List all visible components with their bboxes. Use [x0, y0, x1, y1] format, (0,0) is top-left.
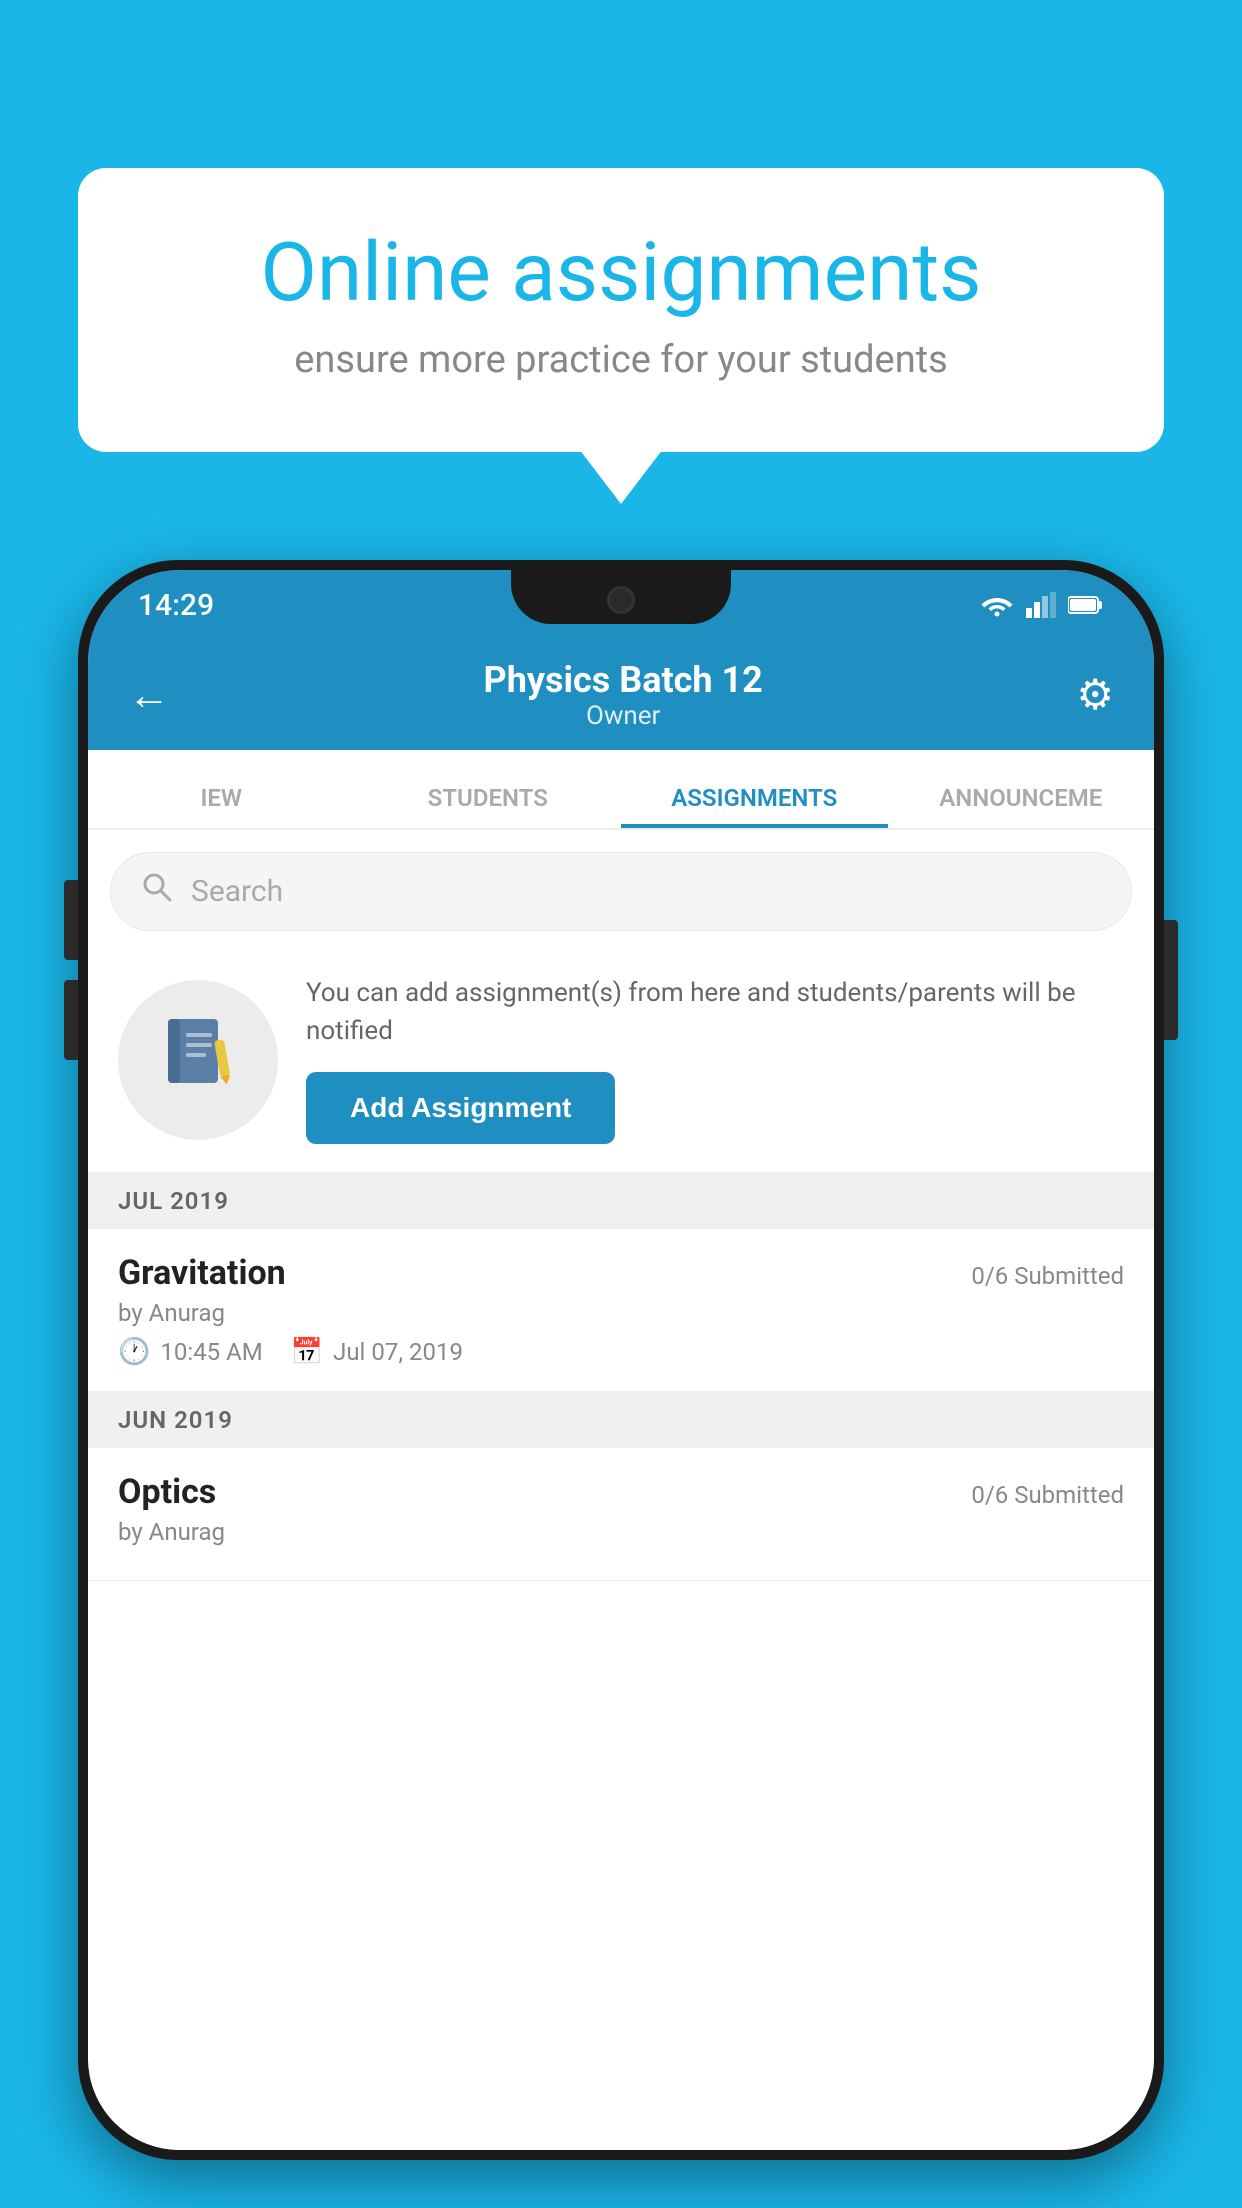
section-header-jul: JUL 2019	[88, 1173, 1154, 1229]
assignment-item-optics[interactable]: Optics 0/6 Submitted by Anurag	[88, 1448, 1154, 1581]
search-input-placeholder: Search	[191, 874, 283, 909]
phone-screen: 14:29	[88, 570, 1154, 2150]
battery-icon	[1068, 595, 1104, 615]
wifi-icon	[980, 592, 1014, 618]
speech-bubble-subtitle: ensure more practice for your students	[158, 338, 1084, 382]
phone-frame: 14:29	[78, 560, 1164, 2160]
app-header: ← Physics Batch 12 Owner ⚙	[88, 640, 1154, 750]
assignment-meta-gravitation: 🕐 10:45 AM 📅 Jul 07, 2019	[118, 1337, 1124, 1367]
tab-announcements[interactable]: ANNOUNCEME	[888, 784, 1155, 828]
assignment-submitted-gravitation: 0/6 Submitted	[971, 1262, 1124, 1290]
promo-icon-circle	[118, 980, 278, 1140]
assignment-title-gravitation: Gravitation	[118, 1253, 286, 1293]
assignment-item-gravitation[interactable]: Gravitation 0/6 Submitted by Anurag 🕐 10…	[88, 1229, 1154, 1392]
assignment-date: 📅 Jul 07, 2019	[291, 1337, 463, 1367]
back-button[interactable]: ←	[128, 671, 170, 720]
search-bar[interactable]: Search	[110, 852, 1132, 931]
speech-bubble-title: Online assignments	[158, 228, 1084, 318]
assignment-row1: Gravitation 0/6 Submitted	[118, 1253, 1124, 1293]
notebook-icon	[158, 1011, 238, 1109]
speech-bubble: Online assignments ensure more practice …	[78, 168, 1164, 452]
tab-students[interactable]: STUDENTS	[355, 784, 622, 828]
section-header-jun: JUN 2019	[88, 1392, 1154, 1448]
assignment-author-optics: by Anurag	[118, 1518, 1124, 1546]
signal-icon	[1026, 592, 1056, 618]
volume-down-button	[64, 980, 78, 1060]
promo-block: You can add assignment(s) from here and …	[88, 947, 1154, 1173]
assignment-date-value: Jul 07, 2019	[333, 1338, 463, 1366]
tabs-bar: IEW STUDENTS ASSIGNMENTS ANNOUNCEME	[88, 750, 1154, 830]
header-subtitle: Owner	[484, 701, 763, 731]
screen-content: Search	[88, 830, 1154, 2150]
add-assignment-button[interactable]: Add Assignment	[306, 1072, 615, 1144]
promo-description: You can add assignment(s) from here and …	[306, 975, 1124, 1050]
header-title-block: Physics Batch 12 Owner	[484, 659, 763, 731]
status-icons	[980, 592, 1104, 618]
volume-up-button	[64, 880, 78, 960]
assignment-time: 🕐 10:45 AM	[118, 1337, 263, 1367]
assignment-author-gravitation: by Anurag	[118, 1299, 1124, 1327]
header-title: Physics Batch 12	[484, 659, 763, 701]
camera	[607, 586, 635, 614]
status-time: 14:29	[138, 588, 214, 623]
settings-icon[interactable]: ⚙	[1076, 670, 1114, 720]
promo-text-block: You can add assignment(s) from here and …	[306, 975, 1124, 1144]
search-icon	[141, 871, 173, 912]
calendar-icon: 📅	[291, 1337, 323, 1367]
assignment-row1-optics: Optics 0/6 Submitted	[118, 1472, 1124, 1512]
power-button	[1164, 920, 1178, 1040]
assignment-time-value: 10:45 AM	[160, 1338, 262, 1366]
tab-iew[interactable]: IEW	[88, 784, 355, 828]
assignment-submitted-optics: 0/6 Submitted	[971, 1481, 1124, 1509]
assignment-title-optics: Optics	[118, 1472, 216, 1512]
tab-assignments[interactable]: ASSIGNMENTS	[621, 784, 888, 828]
notch	[511, 570, 731, 624]
speech-bubble-container: Online assignments ensure more practice …	[78, 168, 1164, 452]
clock-icon: 🕐	[118, 1337, 150, 1367]
